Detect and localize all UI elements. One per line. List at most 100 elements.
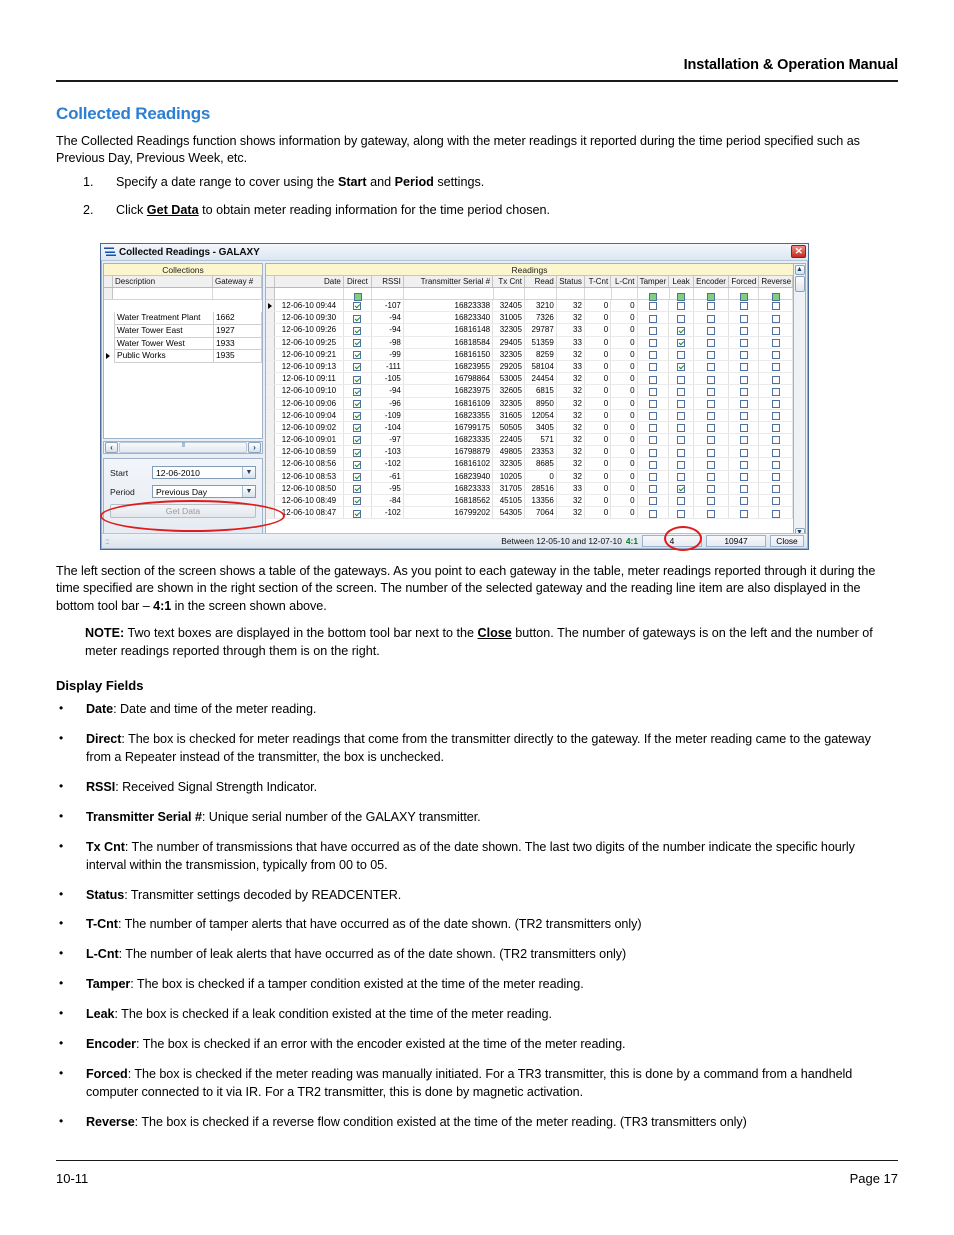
checkbox-icon[interactable] [771, 448, 780, 457]
cell-forced[interactable] [729, 470, 760, 482]
filter-forced[interactable] [729, 288, 760, 302]
cell-leak[interactable] [669, 482, 694, 494]
cell-direct[interactable] [344, 360, 373, 373]
cell-tamper[interactable] [638, 495, 670, 507]
checkbox-icon[interactable] [707, 448, 716, 457]
checkbox-icon[interactable] [771, 338, 780, 347]
cell-reverse[interactable] [759, 373, 793, 385]
checkbox-icon[interactable] [353, 460, 362, 469]
scroll-track[interactable] [119, 442, 247, 453]
cell-forced[interactable] [729, 482, 760, 494]
cell-forced[interactable] [729, 434, 760, 446]
cell-leak[interactable] [669, 348, 694, 360]
checkbox-icon[interactable] [771, 302, 780, 311]
cell-tamper[interactable] [638, 324, 670, 336]
checkbox-icon[interactable] [677, 351, 686, 360]
cell-forced[interactable] [729, 385, 760, 397]
cell-leak[interactable] [669, 360, 694, 373]
checkbox-icon[interactable] [771, 485, 780, 494]
checkbox-icon[interactable] [677, 448, 686, 457]
checkbox-icon[interactable] [771, 363, 780, 372]
cell-direct[interactable] [344, 446, 373, 458]
cell-tamper[interactable] [638, 336, 670, 348]
cell-reverse[interactable] [759, 470, 793, 482]
cell-tamper[interactable] [638, 434, 670, 446]
filter-leak[interactable] [670, 288, 694, 302]
checkbox-icon[interactable] [707, 497, 716, 506]
period-select[interactable]: Previous Day ▼ [152, 485, 256, 498]
checkbox-icon[interactable] [739, 293, 748, 302]
filter-status[interactable] [557, 288, 586, 299]
checkbox-icon[interactable] [771, 375, 780, 384]
checkbox-icon[interactable] [739, 509, 748, 518]
table-row[interactable]: 12-06-10 09:30 -94 16823340 31005 7326 32 0 0 [266, 312, 793, 325]
checkbox-icon[interactable] [739, 375, 748, 384]
readings-filter-row[interactable] [266, 288, 793, 302]
table-row[interactable]: 12-06-10 09:06 -96 16816109 32305 8950 32 0 0 [266, 397, 793, 410]
cell-forced[interactable] [729, 360, 760, 373]
cell-reverse[interactable] [759, 495, 793, 507]
cell-reverse[interactable] [759, 312, 793, 324]
column-header-tx-cnt[interactable]: Tx Cnt [493, 276, 525, 287]
checkbox-icon[interactable] [648, 424, 657, 433]
list-item[interactable]: Water Treatment Plant 1662 [104, 312, 262, 325]
checkbox-icon[interactable] [677, 363, 686, 372]
cell-direct[interactable] [344, 421, 373, 434]
cell-forced[interactable] [729, 348, 760, 360]
checkbox-icon[interactable] [707, 460, 716, 469]
checkbox-icon[interactable] [707, 412, 716, 421]
filter-tcnt[interactable] [585, 288, 612, 299]
cell-leak[interactable] [669, 434, 694, 446]
scroll-thumb[interactable] [794, 276, 805, 292]
cell-leak[interactable] [669, 373, 694, 385]
cell-direct[interactable] [344, 385, 373, 397]
cell-direct[interactable] [344, 324, 373, 336]
cell-tamper[interactable] [638, 409, 670, 421]
column-header-rssi[interactable]: RSSI [372, 276, 404, 287]
cell-leak[interactable] [669, 409, 694, 421]
cell-encoder[interactable] [694, 409, 730, 421]
close-button[interactable]: Close [770, 535, 804, 547]
checkbox-icon[interactable] [677, 436, 686, 445]
cell-forced[interactable] [729, 300, 760, 312]
checkbox-icon[interactable] [739, 412, 748, 421]
checkbox-icon[interactable] [677, 424, 686, 433]
filter-direct[interactable] [344, 288, 373, 302]
checkbox-icon[interactable] [677, 375, 686, 384]
checkbox-icon[interactable] [677, 302, 686, 311]
checkbox-icon[interactable] [353, 473, 362, 482]
checkbox-icon[interactable] [771, 460, 780, 469]
checkbox-icon[interactable] [648, 351, 657, 360]
cell-encoder[interactable] [694, 373, 730, 385]
cell-forced[interactable] [729, 397, 760, 409]
checkbox-icon[interactable] [648, 473, 657, 482]
checkbox-icon[interactable] [739, 314, 748, 323]
cell-leak[interactable] [669, 421, 694, 434]
filter-description[interactable] [113, 288, 213, 299]
filter-serial[interactable] [404, 288, 494, 299]
checkbox-icon[interactable] [353, 375, 362, 384]
checkbox-icon[interactable] [677, 412, 686, 421]
checkbox-icon[interactable] [353, 412, 362, 421]
cell-reverse[interactable] [759, 446, 793, 458]
cell-leak[interactable] [669, 495, 694, 507]
cell-direct[interactable] [344, 434, 373, 446]
column-header-t-cnt[interactable]: T-Cnt [585, 276, 612, 287]
checkbox-icon[interactable] [648, 497, 657, 506]
table-row[interactable]: 12-06-10 09:01 -97 16823335 22405 571 32 0 0 [266, 434, 793, 447]
checkbox-icon[interactable] [353, 399, 362, 408]
checkbox-icon[interactable] [648, 338, 657, 347]
close-icon[interactable]: ✕ [791, 245, 806, 258]
reading-count-field[interactable]: 10947 [706, 535, 766, 547]
checkbox-icon[interactable] [353, 338, 362, 347]
cell-forced[interactable] [729, 336, 760, 348]
cell-encoder[interactable] [694, 458, 730, 470]
checkbox-icon[interactable] [648, 399, 657, 408]
table-row[interactable]: 12-06-10 08:49 -84 16818562 45105 13356 32 0 0 [266, 495, 793, 508]
checkbox-icon[interactable] [707, 351, 716, 360]
filter-lcnt[interactable] [612, 288, 638, 299]
checkbox-icon[interactable] [648, 326, 657, 335]
cell-reverse[interactable] [759, 348, 793, 360]
cell-encoder[interactable] [694, 495, 730, 507]
cell-reverse[interactable] [759, 421, 793, 434]
